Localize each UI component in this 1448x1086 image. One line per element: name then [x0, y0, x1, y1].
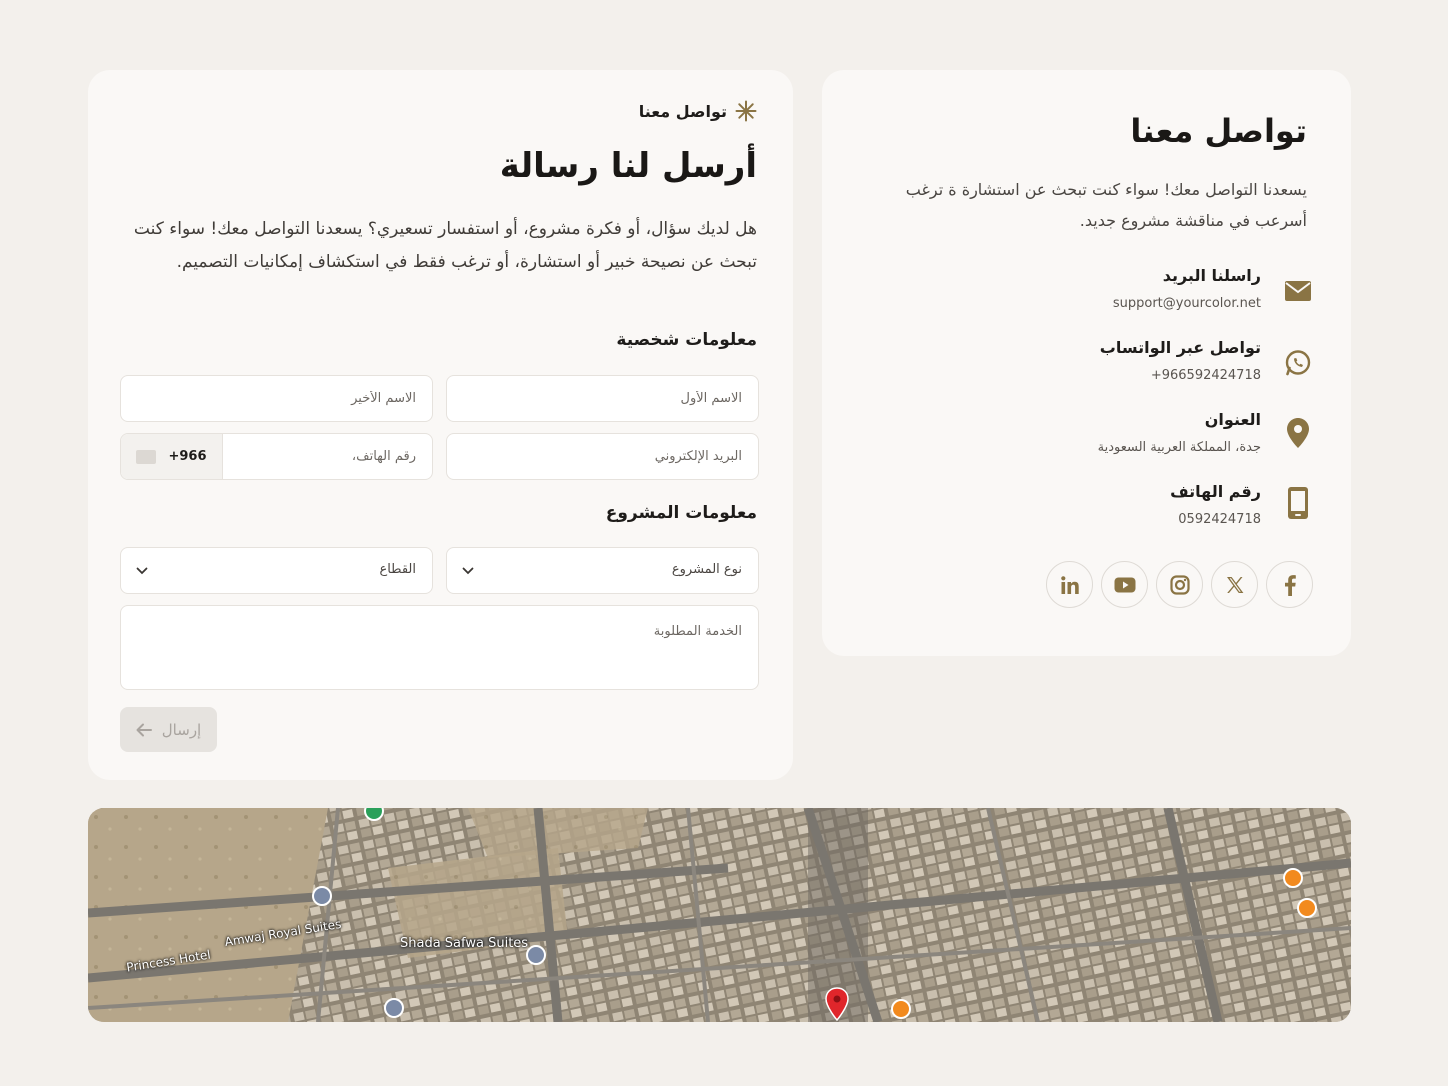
contact-address-label: العنوان	[1204, 410, 1261, 429]
service-textarea[interactable]	[120, 605, 759, 690]
contact-email-label: راسلنا البريد	[1162, 266, 1261, 285]
map-embed[interactable]: Shada Safwa Suites Amwaj Royal Suites Pr…	[88, 808, 1351, 1022]
satellite-map	[88, 808, 1351, 1022]
whatsapp-icon	[1283, 348, 1313, 378]
youtube-icon[interactable]	[1101, 561, 1148, 608]
contact-whatsapp-label: تواصل عبر الواتساب	[1099, 338, 1261, 357]
contact-address-value: جدة، المملكة العربية السعودية	[1097, 440, 1261, 455]
contact-address: العنوان جدة، المملكة العربية السعودية	[853, 410, 1313, 470]
country-code-selector[interactable]: +966	[121, 434, 223, 479]
arrow-left-icon	[136, 723, 152, 736]
submit-label: إرسال	[161, 720, 202, 739]
personal-info-heading: معلومات شخصية	[616, 330, 757, 350]
submit-button[interactable]: إرسال	[120, 707, 217, 752]
contact-email-value[interactable]: support@yourcolor.net	[1113, 296, 1261, 311]
info-title: تواصل معنا	[1130, 112, 1307, 150]
project-type-label: نوع المشروع	[671, 562, 742, 577]
chevron-down-icon	[136, 567, 148, 575]
chevron-down-icon	[462, 567, 474, 575]
phone-field: +966	[120, 433, 433, 480]
form-title: أرسل لنا رسالة	[499, 146, 757, 186]
country-code: +966	[168, 449, 207, 464]
info-description: يسعدنا التواصل معك! سواء كنت تبحث عن است…	[905, 180, 1307, 230]
first-name-input[interactable]	[446, 375, 759, 422]
contact-phone-label: رقم الهاتف	[1170, 482, 1261, 501]
sparkle-icon	[735, 100, 757, 122]
sector-select[interactable]: القطاع	[120, 547, 433, 594]
contact-form-card: تواصل معنا أرسل لنا رسالة هل لديك سؤال، …	[88, 70, 793, 780]
facebook-icon[interactable]	[1266, 561, 1313, 608]
contact-whatsapp[interactable]: تواصل عبر الواتساب +966592424718	[853, 338, 1313, 398]
linkedin-icon[interactable]	[1046, 561, 1093, 608]
location-pin-icon	[1283, 418, 1313, 448]
form-eyebrow: تواصل معنا	[639, 100, 757, 122]
sector-label: القطاع	[379, 562, 416, 577]
instagram-icon[interactable]	[1156, 561, 1203, 608]
social-links	[1046, 561, 1313, 608]
phone-input[interactable]	[223, 434, 432, 479]
email-input[interactable]	[446, 433, 759, 480]
contact-info-card: تواصل معنا يسعدنا التواصل معك! سواء كنت …	[822, 70, 1351, 656]
form-description: هل لديك سؤال، أو فكرة مشروع، أو استفسار …	[133, 219, 757, 272]
flag-icon	[136, 449, 157, 464]
project-info-heading: معلومات المشروع	[605, 503, 757, 523]
project-type-select[interactable]: نوع المشروع	[446, 547, 759, 594]
contact-email[interactable]: راسلنا البريد support@yourcolor.net	[853, 266, 1313, 326]
contact-phone-value[interactable]: 0592424718	[1178, 512, 1261, 527]
mobile-phone-icon	[1283, 487, 1313, 519]
contact-whatsapp-value[interactable]: +966592424718	[1151, 368, 1261, 383]
x-icon[interactable]	[1211, 561, 1258, 608]
last-name-input[interactable]	[120, 375, 433, 422]
form-eyebrow-text: تواصل معنا	[638, 101, 727, 121]
contact-phone[interactable]: رقم الهاتف 0592424718	[853, 482, 1313, 542]
map-label-hotel: Shada Safwa Suites	[400, 936, 529, 951]
envelope-icon	[1283, 276, 1313, 306]
